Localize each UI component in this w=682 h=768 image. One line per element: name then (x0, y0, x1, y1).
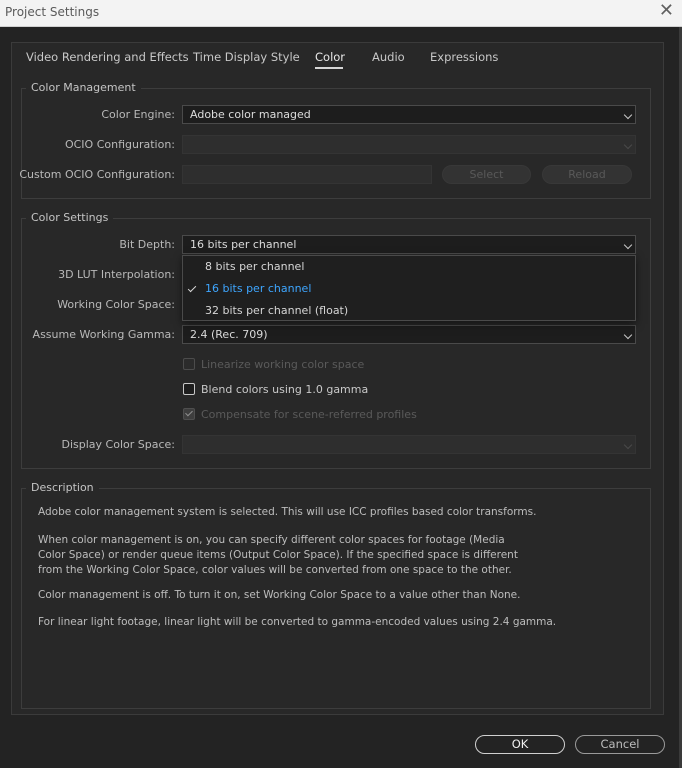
color-engine-value: Adobe color managed (190, 108, 311, 121)
compensate-label: Compensate for scene-referred profiles (201, 408, 417, 421)
checkmark-icon (185, 408, 193, 417)
chevron-down-icon (623, 330, 633, 340)
working-color-space-label: Working Color Space: (57, 298, 175, 311)
cancel-button[interactable]: Cancel (575, 735, 665, 754)
working-gamma-label: Assume Working Gamma: (32, 328, 175, 341)
bit-depth-label: Bit Depth: (119, 238, 175, 251)
tab-color[interactable]: Color (315, 50, 345, 64)
bit-depth-select[interactable]: 16 bits per channel (182, 235, 636, 254)
close-icon[interactable]: ✕ (659, 1, 674, 21)
chevron-down-icon (623, 240, 633, 250)
description-paragraph: Color management is off. To turn it on, … (38, 589, 521, 601)
description-legend: Description (26, 481, 99, 494)
description-paragraph: Adobe color management system is selecte… (38, 506, 537, 518)
linearize-checkbox[interactable] (183, 358, 195, 370)
custom-ocio-label: Custom OCIO Configuration: (19, 168, 175, 181)
option-32-bits[interactable]: 32 bits per channel (float) (205, 304, 348, 317)
select-button[interactable]: Select (442, 165, 531, 184)
working-gamma-value: 2.4 (Rec. 709) (190, 328, 268, 341)
lut-interpolation-label: 3D LUT Interpolation: (58, 268, 175, 281)
color-engine-select[interactable]: Adobe color managed (182, 105, 636, 124)
option-8-bits[interactable]: 8 bits per channel (205, 260, 304, 273)
compensate-checkbox[interactable] (183, 408, 195, 420)
chevron-down-icon (623, 110, 633, 120)
tab-time-display[interactable]: Time Display Style (193, 50, 300, 64)
window-title: Project Settings (5, 5, 100, 19)
linearize-label: Linearize working color space (201, 358, 365, 371)
chevron-down-icon (623, 140, 633, 150)
checkmark-icon (187, 283, 197, 293)
working-gamma-select[interactable]: 2.4 (Rec. 709) (182, 325, 636, 344)
display-color-space-select[interactable] (182, 435, 636, 454)
reload-button[interactable]: Reload (542, 165, 632, 184)
ok-button[interactable]: OK (475, 735, 565, 754)
tab-audio[interactable]: Audio (372, 50, 405, 64)
ocio-configuration-label: OCIO Configuration: (64, 138, 175, 151)
tab-expressions[interactable]: Expressions (430, 50, 498, 64)
tab-video-rendering[interactable]: Video Rendering and Effects (26, 50, 189, 64)
bit-depth-value: 16 bits per channel (190, 238, 297, 251)
chevron-down-icon (623, 440, 633, 450)
custom-ocio-field[interactable] (182, 165, 432, 184)
display-color-space-label: Display Color Space: (61, 438, 176, 451)
color-management-legend: Color Management (26, 81, 141, 94)
color-settings-legend: Color Settings (26, 211, 114, 224)
description-paragraph: When color management is on, you can spe… (38, 534, 518, 576)
active-tab-indicator (315, 67, 343, 69)
title-bar: Project Settings ✕ (0, 0, 682, 27)
bit-depth-dropdown-list: 8 bits per channel 16 bits per channel 3… (182, 255, 636, 321)
color-engine-label: Color Engine: (101, 108, 175, 121)
blend-gamma-label: Blend colors using 1.0 gamma (201, 383, 369, 396)
blend-gamma-checkbox[interactable] (183, 383, 195, 395)
ocio-configuration-select[interactable] (182, 135, 636, 154)
option-16-bits[interactable]: 16 bits per channel (205, 282, 311, 295)
description-paragraph: For linear light footage, linear light w… (38, 616, 557, 628)
